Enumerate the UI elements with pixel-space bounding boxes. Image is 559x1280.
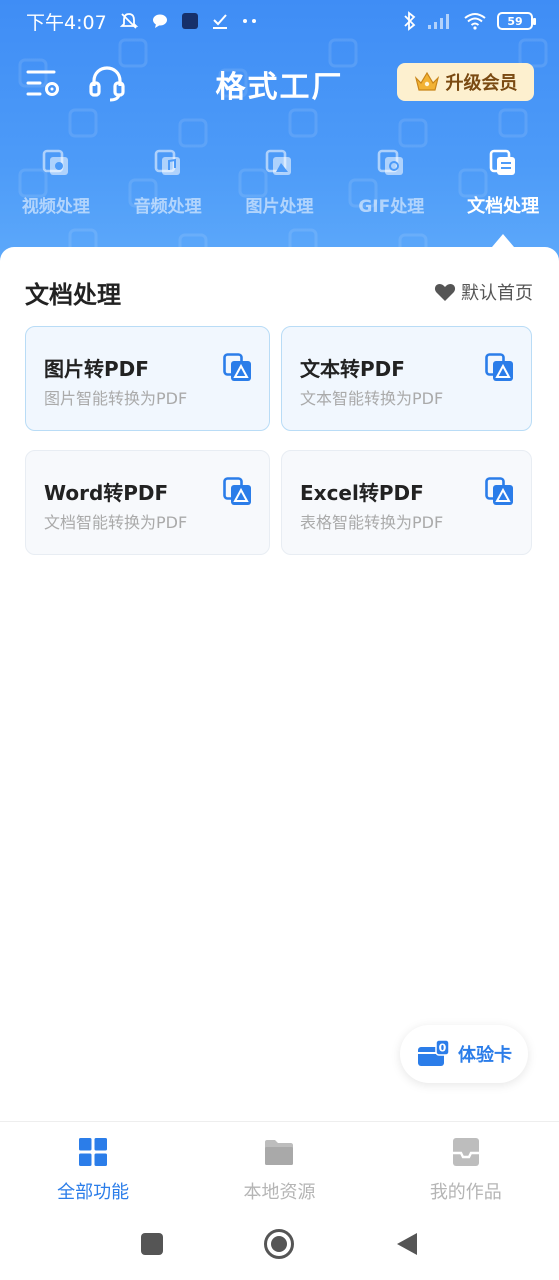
signal-icon: [428, 14, 449, 29]
pdf-convert-icon: [485, 353, 513, 381]
wifi-icon: [464, 13, 486, 30]
nav-local-resources-label: 本地资源: [243, 1182, 316, 1203]
card-title: 图片转PDF: [44, 357, 149, 381]
app-square-icon: [181, 13, 198, 29]
battery-indicator: 59: [497, 12, 536, 30]
trial-card-label: 体验卡: [458, 1045, 512, 1066]
pdf-convert-icon: [223, 353, 251, 381]
mute-bell-icon: [119, 13, 138, 29]
home-button[interactable]: [263, 1228, 295, 1260]
tab-image[interactable]: 图片处理: [224, 148, 336, 238]
heart-icon: [434, 284, 456, 301]
status-time: 下午4:07: [26, 11, 107, 34]
card-title: Word转PDF: [44, 481, 169, 505]
card-subtitle: 文本智能转换为PDF: [300, 389, 444, 408]
bluetooth-icon: [404, 11, 416, 31]
card-excel-to-pdf[interactable]: Excel转PDF 表格智能转换为PDF: [281, 450, 532, 555]
tab-video-label: 视频处理: [21, 197, 90, 217]
chat-bubble-icon: [152, 14, 167, 28]
section-title: 文档处理: [25, 281, 121, 309]
pdf-convert-icon: [485, 477, 513, 505]
card-subtitle: 表格智能转换为PDF: [300, 513, 444, 532]
nav-my-works[interactable]: 我的作品: [373, 1122, 559, 1213]
more-dots-icon: [242, 19, 256, 23]
status-bar: 下午4:07 59: [0, 0, 559, 42]
folder-icon: [265, 1140, 294, 1165]
recent-apps-button[interactable]: [140, 1232, 164, 1256]
status-system-icons: 59: [403, 11, 536, 31]
app-bar: 格式工厂 升级会员: [0, 52, 559, 112]
bottom-navigation: 全部功能 本地资源 我的作品: [0, 1121, 559, 1213]
card-image-to-pdf[interactable]: 图片转PDF 图片智能转换为PDF: [25, 326, 270, 431]
tab-document-label: 文档处理: [467, 196, 540, 217]
headset-icon: [89, 66, 125, 102]
customer-service-button[interactable]: [88, 64, 126, 102]
trial-card-button[interactable]: 0 体验卡: [400, 1025, 528, 1083]
card-ticket-icon: 0: [418, 1039, 450, 1066]
active-tab-indicator: [492, 234, 514, 247]
tab-gif[interactable]: GIF处理: [335, 148, 447, 238]
document-file-icon: [489, 149, 516, 175]
inbox-tray-icon: [452, 1138, 479, 1166]
image-file-icon: [266, 149, 292, 175]
nav-my-works-label: 我的作品: [429, 1182, 502, 1203]
main-content: 文档处理 默认首页 图片转PDF 图片智能转换为PDF 文本转PDF 文本智能转…: [0, 247, 559, 1127]
tab-audio[interactable]: 音频处理: [112, 148, 224, 238]
card-text-to-pdf[interactable]: 文本转PDF 文本智能转换为PDF: [281, 326, 532, 431]
download-check-icon: [212, 14, 227, 29]
category-tabs: 视频处理 音频处理 图片处理 GIF处理 文档处理: [0, 148, 559, 238]
card-subtitle: 图片智能转换为PDF: [44, 389, 188, 408]
battery-level: 59: [507, 14, 523, 28]
card-subtitle: 文档智能转换为PDF: [44, 513, 188, 532]
pdf-convert-icon: [223, 477, 251, 505]
settings-list-icon: [26, 70, 59, 96]
card-title: Excel转PDF: [300, 481, 424, 505]
default-home-label: 默认首页: [461, 283, 533, 304]
video-file-icon: [42, 149, 68, 175]
grid-icon: [79, 1138, 108, 1166]
trial-card-count: 0: [439, 1042, 447, 1055]
settings-button[interactable]: [24, 66, 64, 100]
upgrade-vip-button[interactable]: 升级会员: [397, 63, 534, 101]
nav-local-resources[interactable]: 本地资源: [186, 1122, 372, 1213]
tab-video[interactable]: 视频处理: [0, 148, 112, 238]
tab-audio-label: 音频处理: [133, 197, 202, 217]
nav-all-features[interactable]: 全部功能: [0, 1122, 186, 1213]
gif-file-icon: [377, 149, 404, 175]
card-title: 文本转PDF: [300, 357, 405, 381]
audio-file-icon: [154, 149, 180, 175]
status-notification-icons: [119, 11, 259, 31]
back-button[interactable]: [395, 1231, 419, 1257]
upgrade-vip-label: 升级会员: [445, 73, 518, 94]
set-default-home-button[interactable]: 默认首页: [434, 279, 533, 305]
tab-document[interactable]: 文档处理: [447, 148, 559, 238]
tab-gif-label: GIF处理: [358, 197, 425, 217]
nav-all-features-label: 全部功能: [57, 1182, 130, 1203]
card-word-to-pdf[interactable]: Word转PDF 文档智能转换为PDF: [25, 450, 270, 555]
system-navigation-bar: [0, 1213, 559, 1280]
tab-image-label: 图片处理: [245, 197, 314, 217]
crown-icon: [414, 71, 439, 91]
